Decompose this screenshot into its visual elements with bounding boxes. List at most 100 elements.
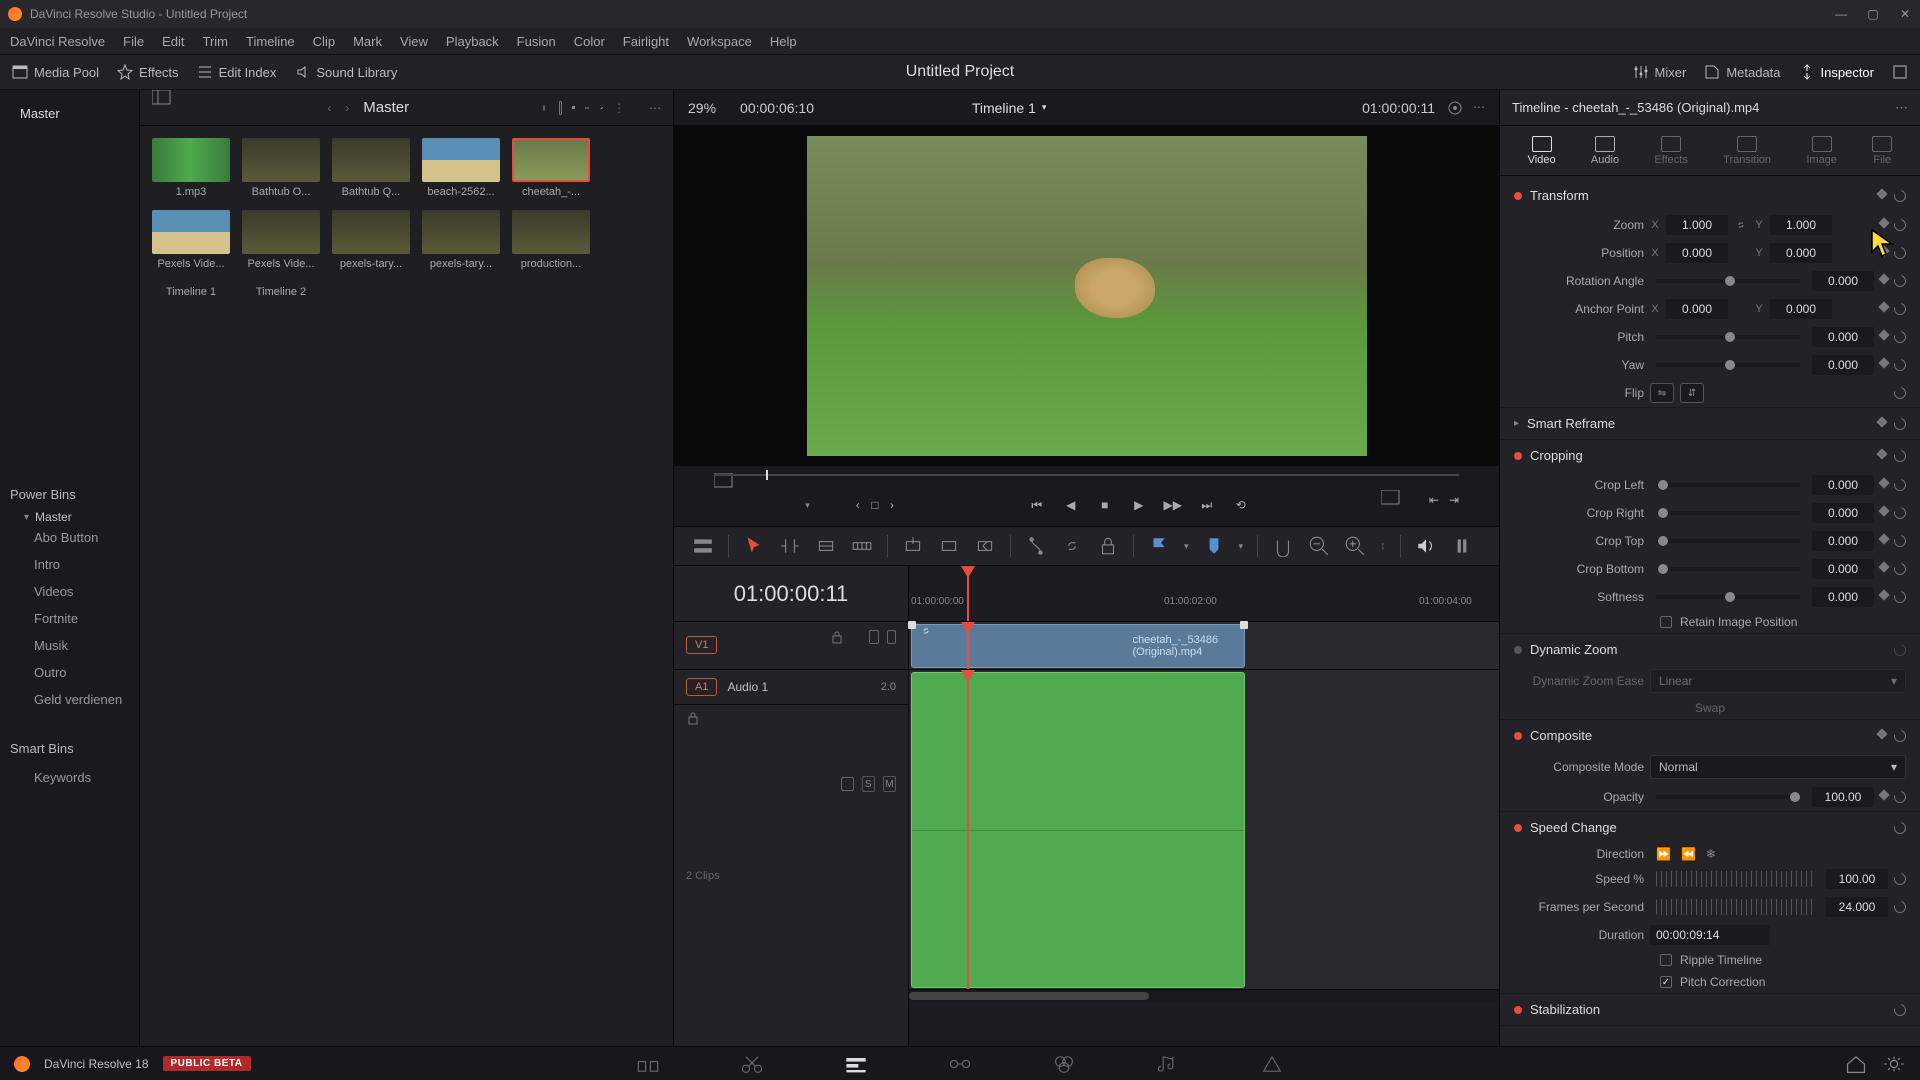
crop-right[interactable] [1812, 503, 1874, 523]
stop-small-icon[interactable]: □ [870, 495, 879, 515]
insert-clip-icon[interactable] [902, 535, 924, 557]
prev-edit-icon[interactable]: ‹ [853, 495, 862, 515]
reset-icon[interactable] [1892, 187, 1908, 203]
speed-slider[interactable] [1656, 871, 1814, 887]
reset-icon[interactable] [1892, 1001, 1908, 1017]
reset-icon[interactable] [1892, 415, 1908, 431]
master-bin[interactable]: Master [0, 98, 139, 129]
menu-item[interactable]: File [123, 34, 144, 49]
edit-index-toggle[interactable]: Edit Index [197, 64, 277, 80]
color-page-tab[interactable] [1052, 1054, 1076, 1074]
reset-icon[interactable] [1892, 641, 1908, 657]
transition-tab[interactable]: Transition [1723, 136, 1771, 166]
bin-item[interactable]: Musik [0, 632, 139, 659]
opacity-value[interactable] [1812, 787, 1874, 807]
match-frame-icon[interactable] [1381, 490, 1419, 519]
menu-item[interactable]: Clip [313, 34, 335, 49]
metadata-toggle[interactable]: Metadata [1704, 64, 1780, 80]
marker-icon[interactable] [1203, 535, 1225, 557]
menu-item[interactable]: Color [574, 34, 605, 49]
next-frame-button[interactable]: ▶▶ [1163, 495, 1183, 515]
media-clip[interactable]: Pexels Vide... [242, 210, 320, 270]
menu-item[interactable]: Edit [162, 34, 184, 49]
mixer-toggle[interactable]: Mixer [1633, 64, 1687, 80]
replace-clip-icon[interactable] [974, 535, 996, 557]
dynamic-trim-tool[interactable] [815, 535, 837, 557]
reset-icon[interactable] [1892, 447, 1908, 463]
reset-icon[interactable] [1892, 533, 1908, 549]
trim-tool[interactable] [779, 535, 801, 557]
power-master[interactable]: ▾Master [0, 510, 139, 524]
media-clip[interactable]: Bathtub O... [242, 138, 320, 198]
menu-item[interactable]: Workspace [687, 34, 752, 49]
close-button[interactable]: ✕ [1898, 7, 1912, 21]
media-clip[interactable]: cheetah_-... [512, 138, 590, 198]
fairlight-page-tab[interactable] [1156, 1054, 1180, 1074]
pitch-value[interactable] [1812, 327, 1874, 347]
reset-icon[interactable] [1892, 217, 1908, 233]
video-clip[interactable]: cheetah_-_53486 (Original).mp4 [911, 624, 1245, 668]
maximize-button[interactable]: ▢ [1866, 7, 1880, 21]
reset-icon[interactable] [1892, 505, 1908, 521]
keyframe-icon[interactable] [1878, 505, 1889, 516]
zoom-x[interactable] [1666, 215, 1728, 235]
audio-track-header[interactable]: A1 Audio 1 2.0 [674, 670, 908, 705]
zoom-y[interactable] [1770, 215, 1832, 235]
enable-dot[interactable] [1514, 192, 1522, 200]
reset-icon[interactable] [1892, 871, 1908, 887]
enable-dot[interactable] [1514, 452, 1522, 460]
crop-left[interactable] [1812, 475, 1874, 495]
anchor-y[interactable] [1770, 299, 1832, 319]
flip-v-button[interactable]: ⇵ [1680, 383, 1704, 403]
reset-icon[interactable] [1892, 727, 1908, 743]
timeline-dropdown[interactable]: Timeline 1▾ [972, 100, 1047, 116]
menu-item[interactable]: Help [770, 34, 797, 49]
reset-icon[interactable] [1892, 477, 1908, 493]
swap-button[interactable]: Swap [1695, 701, 1725, 715]
direction-forward-icon[interactable]: ⏩ [1656, 847, 1671, 861]
media-clip[interactable]: pexels-tary... [332, 210, 410, 270]
anchor-x[interactable] [1666, 299, 1728, 319]
reset-icon[interactable] [1892, 301, 1908, 317]
enable-dot[interactable] [1514, 646, 1522, 654]
in-point-icon[interactable]: ⇤ [1429, 490, 1439, 510]
ripple-checkbox[interactable] [1660, 954, 1672, 966]
sound-library-toggle[interactable]: Sound Library [294, 64, 397, 80]
out-point-icon[interactable]: ⇥ [1449, 490, 1459, 510]
reset-icon[interactable] [1892, 329, 1908, 345]
meter-icon[interactable] [1451, 535, 1473, 557]
crop-softness[interactable] [1812, 587, 1874, 607]
track-enable-icon[interactable] [887, 630, 897, 644]
bin-item[interactable]: Intro [0, 551, 139, 578]
file-tab[interactable]: File [1872, 136, 1892, 166]
prev-frame-button[interactable]: ◀ [1061, 495, 1081, 515]
first-frame-button[interactable]: ⏮ [1027, 495, 1047, 515]
last-frame-button[interactable]: ⏭ [1197, 495, 1217, 515]
timeline-tracks[interactable]: 01:00:00:00 01:00:02:00 01:00:04:00 chee… [909, 566, 1499, 1046]
a1-badge[interactable]: A1 [686, 678, 717, 696]
timeline-view-icon[interactable] [692, 535, 714, 557]
viewer-more-icon[interactable]: ⋯ [1473, 100, 1485, 116]
home-icon[interactable] [1844, 1054, 1868, 1074]
media-clip[interactable]: 1.mp3 [152, 138, 230, 198]
timeline-scrollbar[interactable] [909, 990, 1499, 1002]
keyframe-icon[interactable] [1876, 448, 1887, 459]
lock-audio-icon[interactable] [686, 711, 833, 858]
direction-freeze-icon[interactable]: ❄ [1706, 847, 1716, 861]
mute-button[interactable]: M [883, 776, 896, 792]
video-tab[interactable]: Video [1528, 136, 1556, 166]
keyframe-icon[interactable] [1878, 245, 1889, 256]
reset-icon[interactable] [1892, 273, 1908, 289]
reset-icon[interactable] [1892, 357, 1908, 373]
keyframe-icon[interactable] [1878, 217, 1889, 228]
media-clip[interactable]: production... [512, 210, 590, 270]
loop-button[interactable]: ⟲ [1231, 495, 1251, 515]
cut-page-tab[interactable] [740, 1054, 764, 1074]
keyframe-icon[interactable] [1878, 561, 1889, 572]
reset-icon[interactable] [1892, 819, 1908, 835]
media-clip[interactable]: pexels-tary... [422, 210, 500, 270]
media-clip[interactable]: Pexels Vide... [152, 210, 230, 270]
edit-page-tab[interactable] [844, 1054, 868, 1074]
reset-icon[interactable] [1892, 589, 1908, 605]
blade-tool[interactable] [851, 535, 873, 557]
